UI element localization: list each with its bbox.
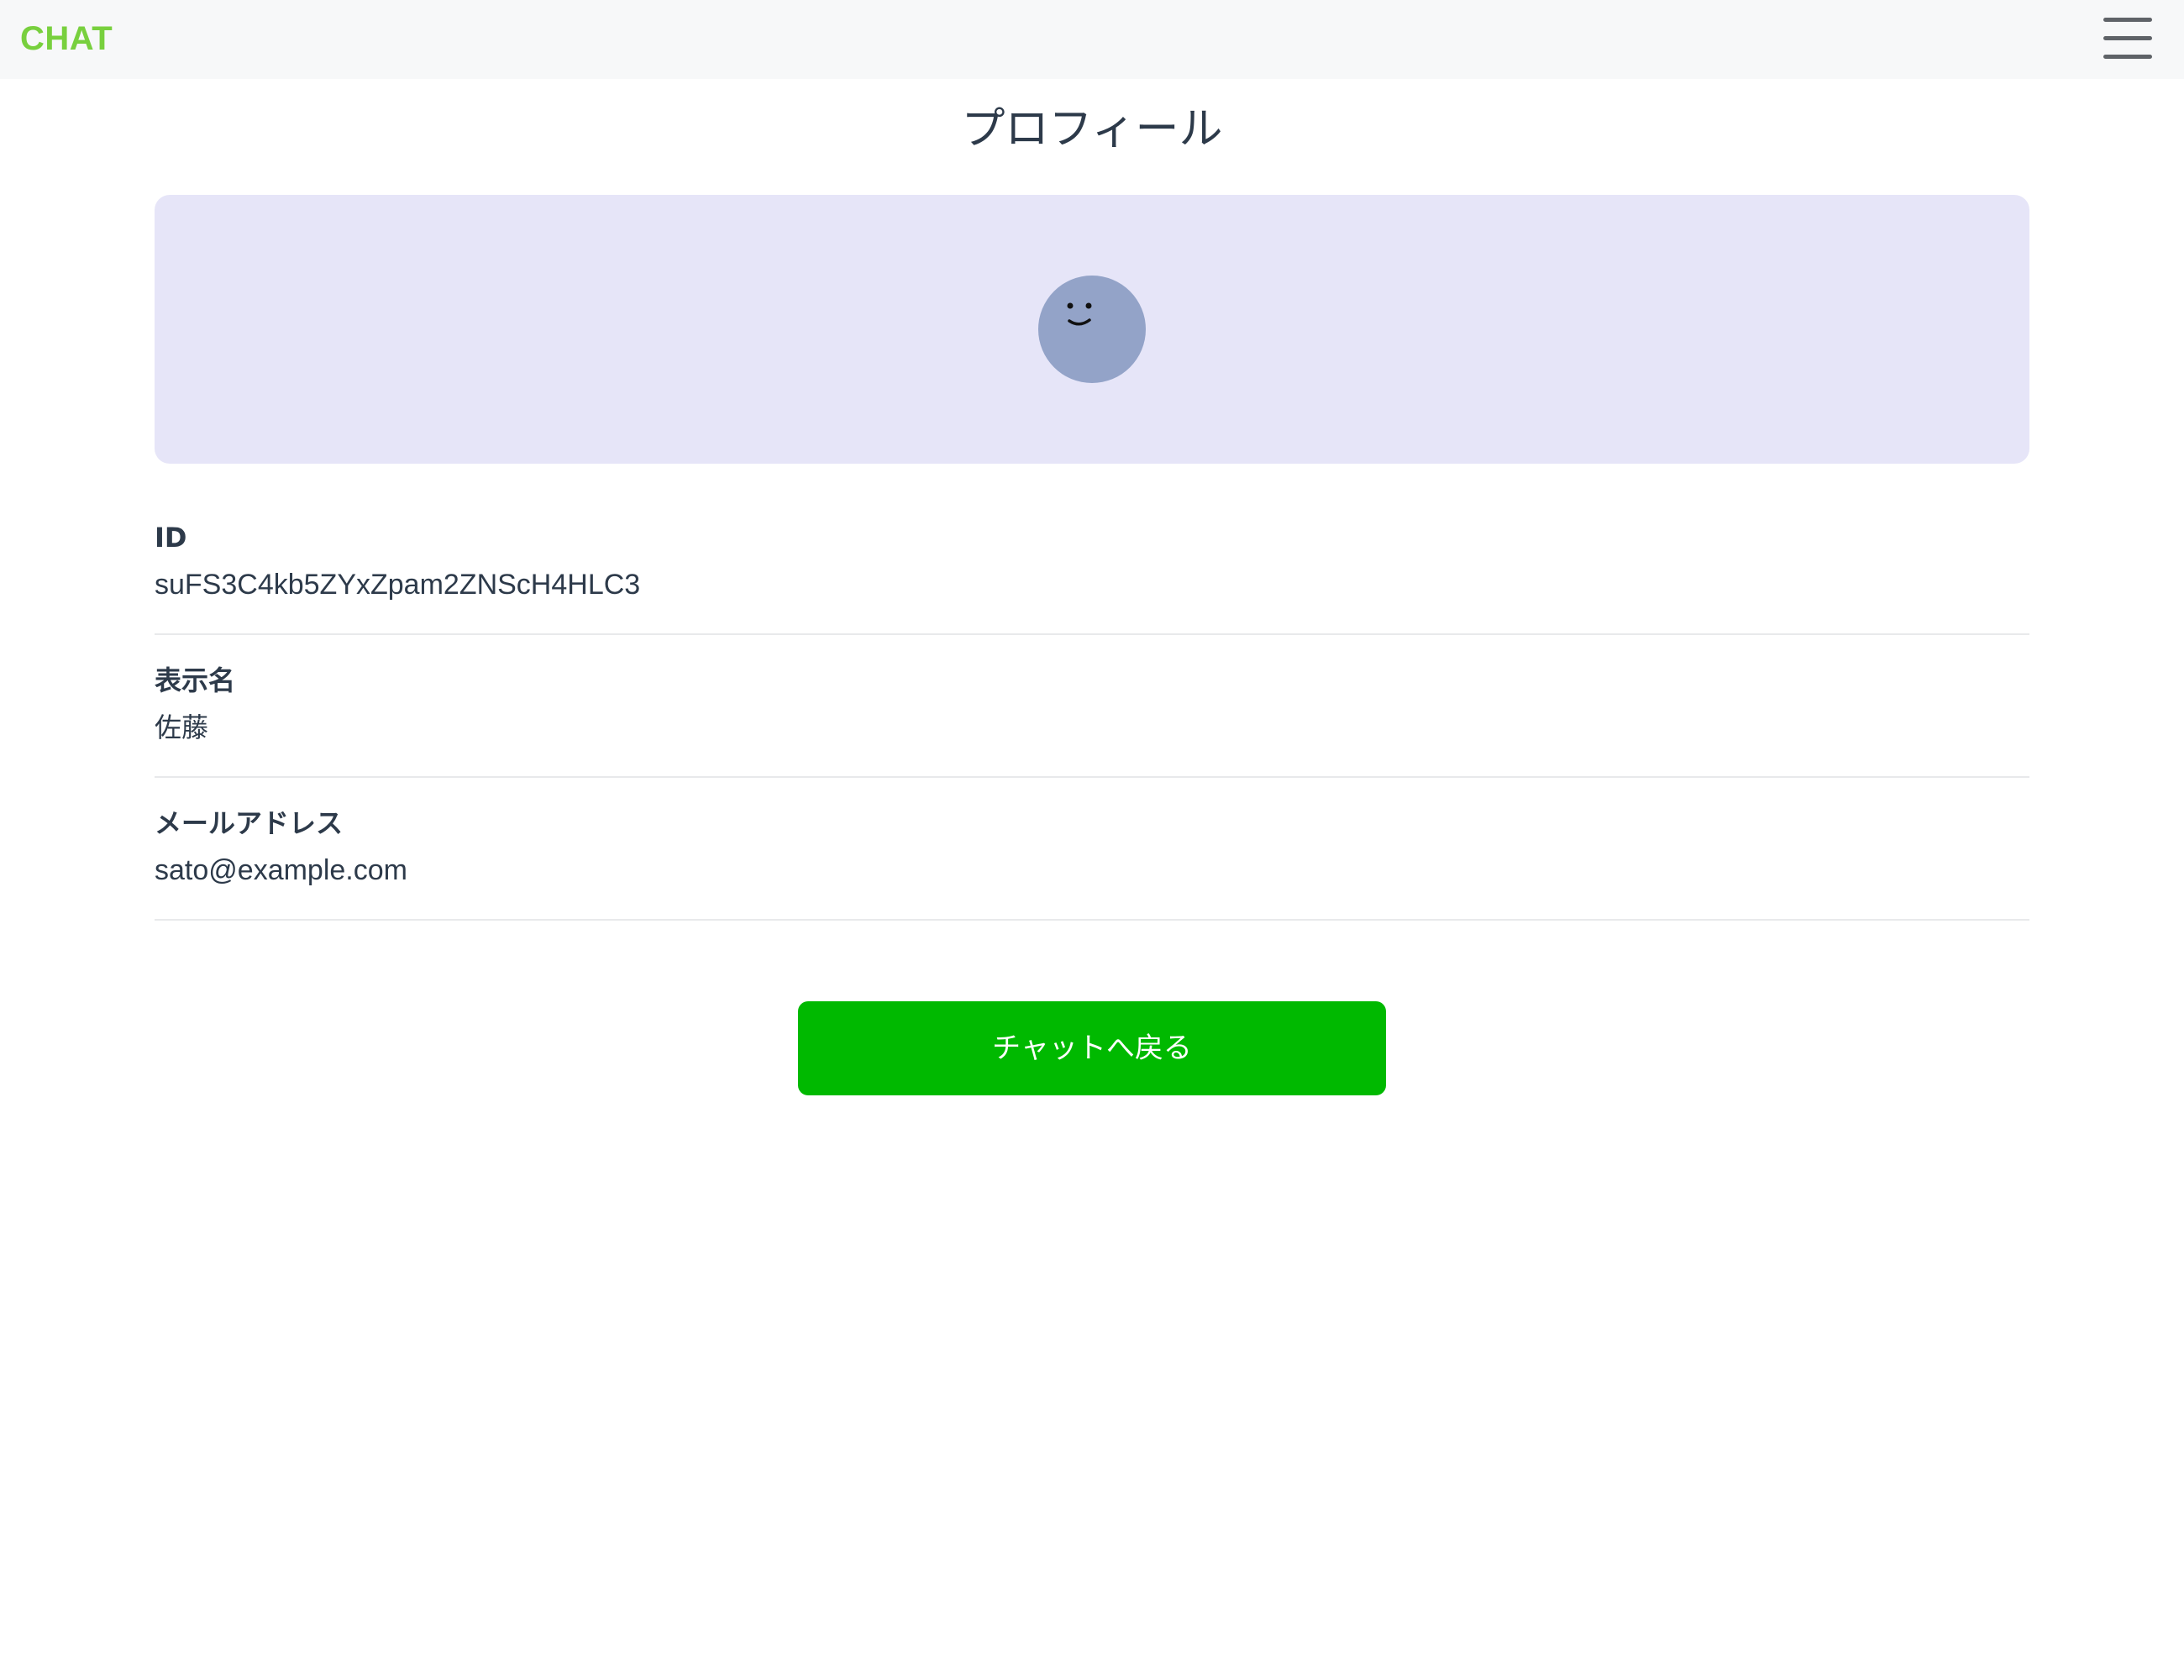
profile-field-email: メールアドレス sato@example.com xyxy=(155,805,2029,921)
profile-field-display-name: 表示名 佐藤 xyxy=(155,662,2029,778)
smiley-face-icon xyxy=(1067,302,1092,326)
field-label: ID xyxy=(155,522,187,554)
page-title: プロフィール xyxy=(961,104,1223,155)
field-label: 表示名 xyxy=(155,664,236,696)
navbar: CHAT xyxy=(0,0,2184,79)
avatar-panel xyxy=(155,195,2029,464)
menu-bar xyxy=(2103,36,2152,40)
menu-bar xyxy=(2103,55,2152,59)
field-value-email: sato@example.com xyxy=(155,854,407,886)
avatar xyxy=(1038,276,1146,383)
field-label: メールアドレス xyxy=(155,807,344,839)
menu-bar xyxy=(2103,18,2152,22)
brand-logo[interactable]: CHAT xyxy=(20,18,113,59)
profile-field-id: ID suFS3C4kb5ZYxZpam2ZNScH4HLC3 xyxy=(155,519,2029,635)
field-value-id: suFS3C4kb5ZYxZpam2ZNScH4HLC3 xyxy=(155,569,641,601)
back-to-chat-button[interactable]: チャットへ戻る xyxy=(798,1001,1386,1095)
field-value-display-name: 佐藤 xyxy=(155,711,209,743)
hamburger-menu-icon[interactable] xyxy=(2100,13,2155,64)
